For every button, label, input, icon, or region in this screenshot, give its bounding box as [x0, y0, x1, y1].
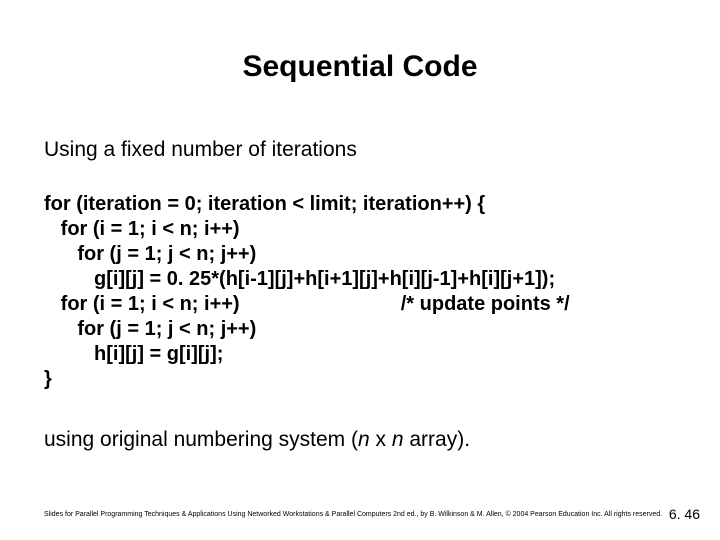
explanation-line: using original numbering system (n x n a… [44, 428, 470, 452]
slide-title: Sequential Code [0, 50, 720, 84]
explain-text-prefix: using original numbering system ( [44, 428, 358, 451]
slide-subtitle: Using a fixed number of iterations [44, 138, 357, 162]
footer-copyright: Slides for Parallel Programming Techniqu… [44, 511, 662, 518]
explain-text-middle: x [370, 428, 392, 451]
slide: Sequential Code Using a fixed number of … [0, 0, 720, 540]
page-number: 6. 46 [669, 506, 700, 522]
explain-text-suffix: array). [404, 428, 471, 451]
explain-var-n1: n [358, 428, 370, 451]
code-listing: for (iteration = 0; iteration < limit; i… [44, 192, 676, 392]
explain-var-n2: n [392, 428, 404, 451]
